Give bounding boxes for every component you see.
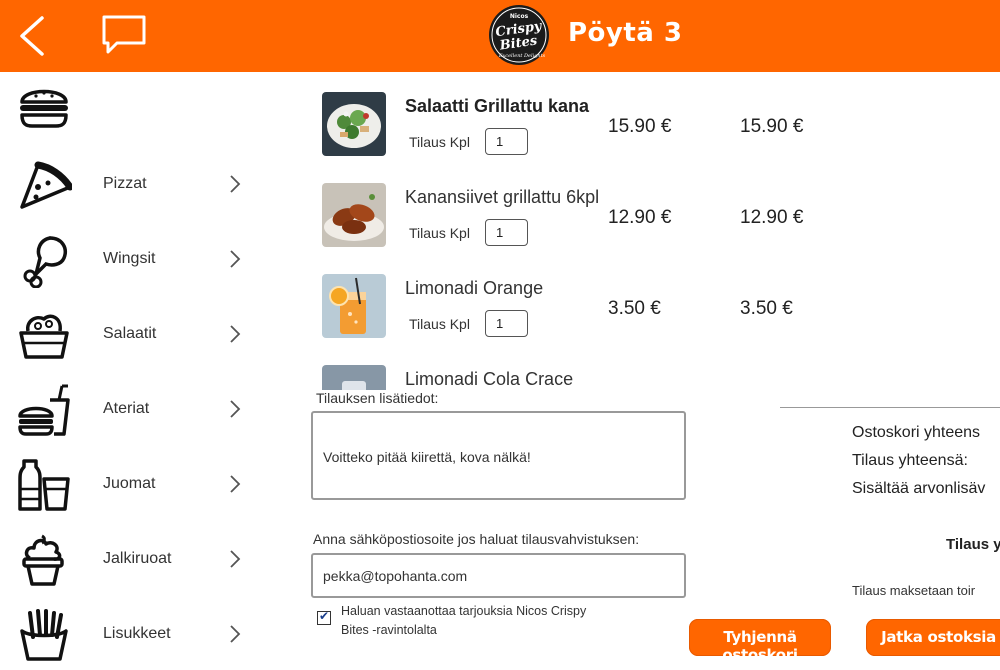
ice-cream-icon [22, 534, 64, 586]
sidebar-item-label: Pizzat [103, 175, 147, 192]
qty-label: Tilaus Kpl [409, 134, 470, 150]
sidebar-item-wingsit[interactable]: Wingsit [0, 222, 280, 297]
unit-price: 12.90 € [608, 207, 672, 228]
order-total-label: Tilaus yhteensä: [852, 452, 968, 469]
back-button[interactable] [14, 12, 54, 60]
sidebar-item-burgers[interactable] [0, 72, 280, 147]
continue-shopping-button[interactable]: Jatka ostoksia [866, 619, 1000, 656]
line-total: 12.90 € [740, 207, 804, 228]
qty-label: Tilaus Kpl [409, 225, 470, 241]
item-name: Limonadi Cola Crace [405, 369, 574, 389]
chevron-right-icon [230, 625, 241, 643]
sidebar-item-label: Salaatit [103, 325, 157, 342]
summary-divider [780, 407, 1000, 408]
vat-label: Sisältää arvonlisäv [852, 480, 986, 497]
clear-cart-button[interactable]: Tyhjennä ostoskori [689, 619, 831, 664]
sidebar-item-label: Ateriat [103, 400, 150, 417]
qty-label: Tilaus Kpl [409, 316, 470, 332]
payment-note: Tilaus maksetaan toir [852, 583, 976, 598]
page-title: Pöytä 3 [568, 18, 683, 48]
chevron-right-icon [230, 550, 241, 568]
item-name: Salaatti Grillattu kana [405, 96, 590, 116]
offers-checkbox[interactable]: ✔ [317, 609, 331, 625]
chat-button[interactable] [100, 14, 148, 56]
sidebar-item-label: Wingsit [103, 250, 156, 267]
line-total: 3.50 € [740, 298, 793, 319]
unit-price: 15.90 € [608, 116, 672, 137]
svg-text:Excellent Delights: Excellent Delights [498, 53, 546, 59]
sidebar-item-salaatit[interactable]: Salaatit [0, 297, 280, 372]
unit-price: 3.50 € [608, 298, 661, 319]
item-name: Kanansiivet grillattu 6kpl [405, 187, 600, 207]
sidebar-item-pizzat[interactable]: Pizzat [0, 147, 280, 222]
sidebar-item-lisukkeet[interactable]: Lisukkeet [0, 597, 280, 670]
svg-text:Nicos: Nicos [510, 13, 529, 20]
item-name: Limonadi Orange [405, 278, 544, 298]
cart-total-label: Ostoskori yhteens [852, 424, 981, 441]
cart-item: Salaatti Grillattu kana Tilaus Kpl 1 15.… [300, 80, 820, 171]
cart-item: Kanansiivet grillattu 6kpl Tilaus Kpl 1 … [300, 171, 820, 262]
fries-icon [20, 609, 68, 661]
burger-icon [20, 89, 68, 128]
chevron-left-icon [20, 16, 44, 56]
category-sidebar: Pizzat Wingsit Salaatit Ateriat Juomat J… [0, 72, 280, 670]
sidebar-item-label: Juomat [103, 475, 156, 492]
order-notes-input[interactable]: Voitteko pitää kiirettä, kova nälkä! [311, 411, 686, 500]
quantity-input[interactable]: 1 [485, 310, 528, 337]
product-image-salad [322, 92, 386, 156]
product-image-lemonade-orange [322, 274, 386, 338]
sidebar-item-jalkiruoat[interactable]: Jalkiruoat [0, 522, 280, 597]
order-summary-heading: Tilaus y [946, 536, 1000, 553]
offers-label: Haluan vastaanottaa tarjouksia Nicos Cri… [341, 604, 587, 637]
chat-bubble-icon [102, 15, 146, 54]
pizza-slice-icon [20, 161, 72, 209]
app-header: Nicos Crispy Bites Excellent Delights Pö… [0, 0, 1000, 72]
chevron-right-icon [230, 325, 241, 343]
brand-logo: Nicos Crispy Bites Excellent Delights [488, 4, 550, 66]
drinks-icon [18, 459, 70, 511]
email-label: Anna sähköpostiosoite jos haluat tilausv… [313, 531, 640, 547]
chicken-leg-icon [23, 236, 67, 288]
cart-item: Limonadi Cola Crace [300, 353, 820, 390]
meal-combo-icon [18, 384, 70, 436]
chevron-right-icon [230, 400, 241, 418]
chevron-right-icon [230, 250, 241, 268]
chevron-right-icon [230, 475, 241, 493]
cart-list: Salaatti Grillattu kana Tilaus Kpl 1 15.… [300, 80, 820, 390]
line-total: 15.90 € [740, 116, 804, 137]
checkmark-icon: ✔ [319, 609, 330, 623]
cart-item: Limonadi Orange Tilaus Kpl 1 3.50 € 3.50… [300, 262, 820, 353]
product-image-lemonade-cola [322, 365, 386, 390]
quantity-input[interactable]: 1 [485, 128, 528, 155]
salad-bowl-icon [19, 314, 69, 359]
chevron-right-icon [230, 175, 241, 193]
sidebar-item-label: Lisukkeet [103, 625, 171, 642]
email-field[interactable]: pekka@topohanta.com [311, 553, 686, 598]
sidebar-item-ateriat[interactable]: Ateriat [0, 372, 280, 447]
sidebar-item-juomat[interactable]: Juomat [0, 447, 280, 522]
sidebar-item-label: Jalkiruoat [103, 550, 172, 567]
quantity-input[interactable]: 1 [485, 219, 528, 246]
notes-label: Tilauksen lisätiedot: [316, 390, 439, 406]
product-image-wings [322, 183, 386, 247]
